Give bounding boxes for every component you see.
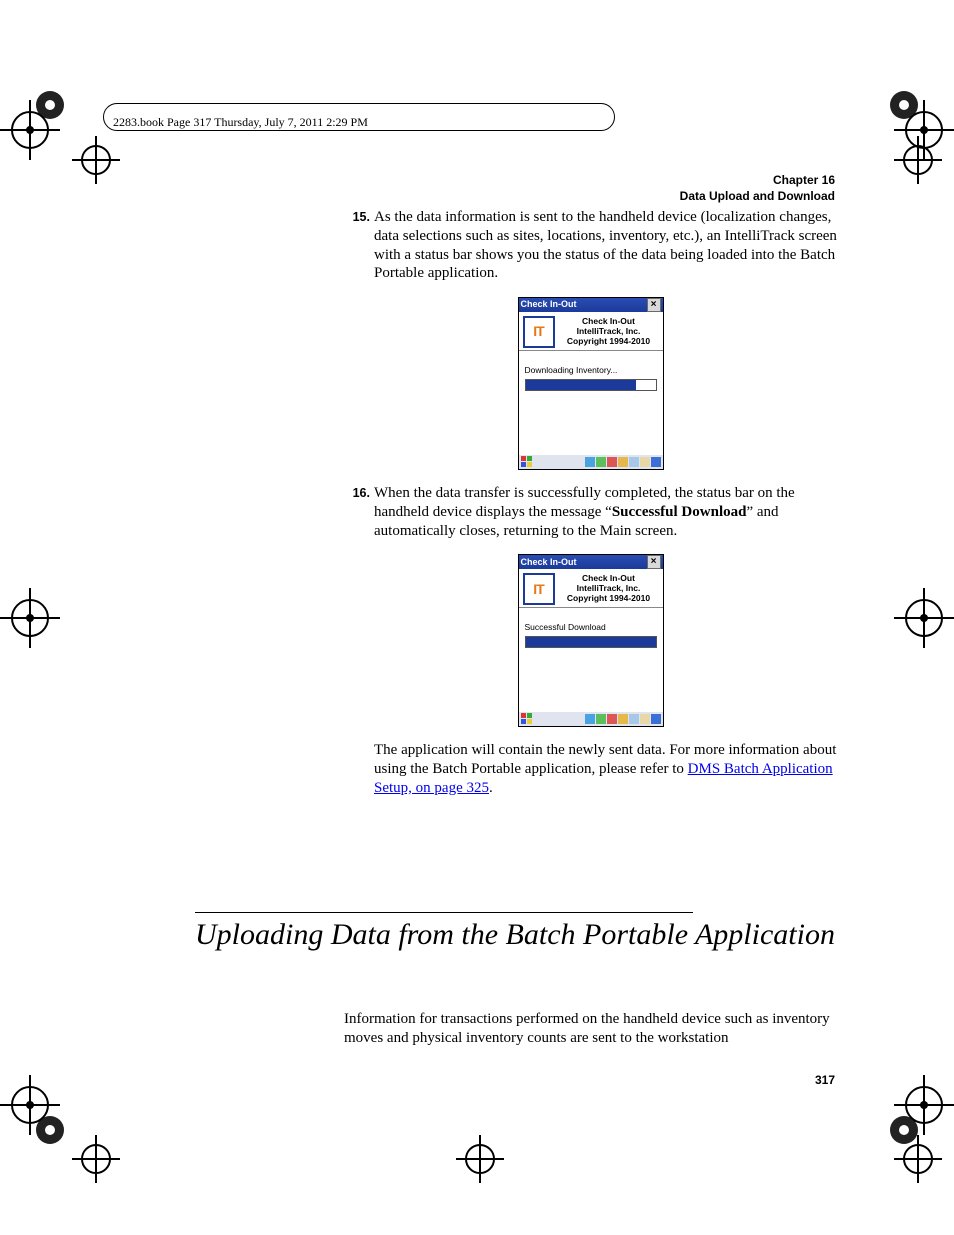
list-item-16: 16. When the data transfer is successful… — [344, 484, 837, 540]
register-mark-mid-right — [894, 588, 954, 648]
chapter-header: Chapter 16 Data Upload and Download — [680, 173, 835, 204]
device-title: Check In-Out — [521, 557, 577, 568]
register-mark-bottom-center — [450, 1129, 510, 1189]
section-title: Uploading Data from the Batch Portable A… — [195, 918, 835, 953]
tray-icon[interactable] — [651, 714, 661, 724]
banner-line: Copyright 1994-2010 — [559, 337, 659, 347]
device-titlebar: Check In-Out × — [519, 555, 663, 569]
progress-bar — [525, 379, 657, 391]
tray-icon[interactable] — [629, 714, 639, 724]
device-title: Check In-Out — [521, 299, 577, 310]
book-header-line: 2283.book Page 317 Thursday, July 7, 201… — [113, 115, 368, 130]
register-mark-top-right — [894, 100, 954, 160]
tray-icon[interactable] — [629, 457, 639, 467]
list-text: When the data transfer is successfully c… — [370, 484, 837, 540]
tray-icon[interactable] — [607, 457, 617, 467]
list-text: As the data information is sent to the h… — [370, 208, 837, 283]
list-number: 16. — [344, 484, 370, 540]
device-titlebar: Check In-Out × — [519, 298, 663, 312]
tray-icon[interactable] — [596, 714, 606, 724]
chapter-label: Chapter 16 — [680, 173, 835, 189]
register-mark-top-left-inner — [66, 130, 126, 190]
close-icon[interactable]: × — [647, 555, 661, 569]
chapter-title: Data Upload and Download — [680, 189, 835, 205]
progress-fill — [526, 637, 656, 647]
page-number: 317 — [815, 1073, 835, 1087]
tray-icon[interactable] — [640, 714, 650, 724]
tray-icon[interactable] — [618, 714, 628, 724]
register-mark-bottom-right-inner — [888, 1129, 948, 1189]
progress-bar — [525, 636, 657, 648]
list-item-15: 15. As the data information is sent to t… — [344, 208, 837, 283]
status-text-success: Successful Download — [525, 622, 657, 633]
device-screenshot-success: Check In-Out × IT Check In-Out IntelliTr… — [518, 554, 664, 727]
crop-mark-bottom-right — [874, 1100, 934, 1160]
device-banner: IT Check In-Out IntelliTrack, Inc. Copyr… — [519, 312, 663, 351]
register-mark-top-right-inner — [888, 130, 948, 190]
start-icon[interactable] — [521, 456, 533, 468]
banner-line: Copyright 1994-2010 — [559, 594, 659, 604]
close-icon[interactable]: × — [647, 298, 661, 312]
register-mark-bottom-left — [0, 1075, 60, 1135]
tray-icon[interactable] — [640, 457, 650, 467]
register-mark-bottom-left-inner — [66, 1129, 126, 1189]
text-bold-fragment: Successful Download — [612, 504, 747, 520]
tray-icon[interactable] — [618, 457, 628, 467]
crop-mark-top-left — [20, 75, 80, 135]
crop-mark-top-right — [874, 75, 934, 135]
device-screenshot-downloading: Check In-Out × IT Check In-Out IntelliTr… — [518, 297, 664, 470]
status-text-downloading: Downloading Inventory... — [525, 365, 657, 376]
tray-icon[interactable] — [607, 714, 617, 724]
register-mark-bottom-right — [894, 1075, 954, 1135]
device-banner: IT Check In-Out IntelliTrack, Inc. Copyr… — [519, 569, 663, 608]
device-taskbar — [519, 712, 663, 726]
crop-mark-bottom-left — [20, 1100, 80, 1160]
tray-icon[interactable] — [596, 457, 606, 467]
tray-icon[interactable] — [585, 457, 595, 467]
start-icon[interactable] — [521, 713, 533, 725]
text-fragment: . — [489, 780, 493, 796]
device-taskbar — [519, 455, 663, 469]
follow-paragraph: The application will contain the newly s… — [344, 741, 837, 797]
intellitrack-logo-icon: IT — [523, 573, 555, 605]
progress-fill — [526, 380, 637, 390]
tray-icons — [585, 714, 661, 724]
device-banner-text: Check In-Out IntelliTrack, Inc. Copyrigh… — [555, 316, 659, 348]
list-number: 15. — [344, 208, 370, 283]
intellitrack-logo-icon: IT — [523, 316, 555, 348]
tray-icon[interactable] — [585, 714, 595, 724]
section-paragraph: Information for transactions performed o… — [344, 1010, 837, 1048]
device-banner-text: Check In-Out IntelliTrack, Inc. Copyrigh… — [555, 573, 659, 605]
tray-icon[interactable] — [651, 457, 661, 467]
register-mark-mid-left — [0, 588, 60, 648]
tray-icons — [585, 457, 661, 467]
section-rule — [195, 912, 693, 913]
register-mark-top-left — [0, 100, 60, 160]
